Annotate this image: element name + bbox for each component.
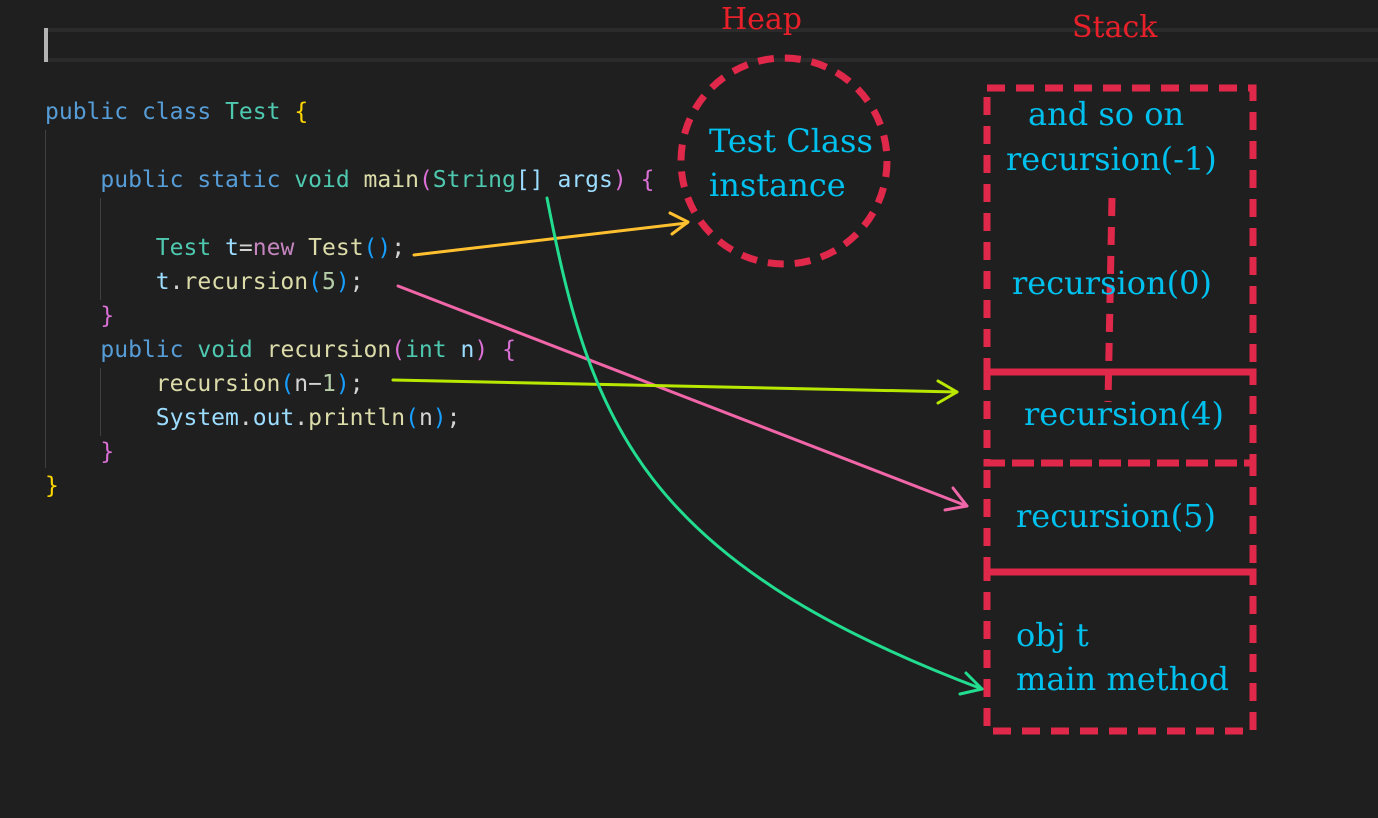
stack-frame-recursion-5: recursion(5) [1016, 497, 1216, 535]
stack-frame-recursion-0: recursion(0) [1012, 264, 1212, 302]
stack-title: Stack [1072, 10, 1158, 45]
heap-title: Heap [721, 2, 803, 37]
heap-object-label-line1: Test Class [709, 122, 873, 160]
arrow-main-to-main-frame [545, 196, 984, 696]
heap-object-label-line2: instance [709, 166, 846, 204]
arrow-call-to-recursion-5 [396, 284, 969, 512]
stack-frame-and-so-on: and so on [1028, 95, 1185, 133]
stack-frame-obj-t: obj t [1016, 616, 1089, 654]
stack-frame-main-method: main method [1016, 660, 1229, 698]
stack-frame-recursion-4: recursion(4) [1024, 395, 1224, 433]
stack-frame-recursion-minus-1: recursion(-1) [1006, 140, 1217, 178]
